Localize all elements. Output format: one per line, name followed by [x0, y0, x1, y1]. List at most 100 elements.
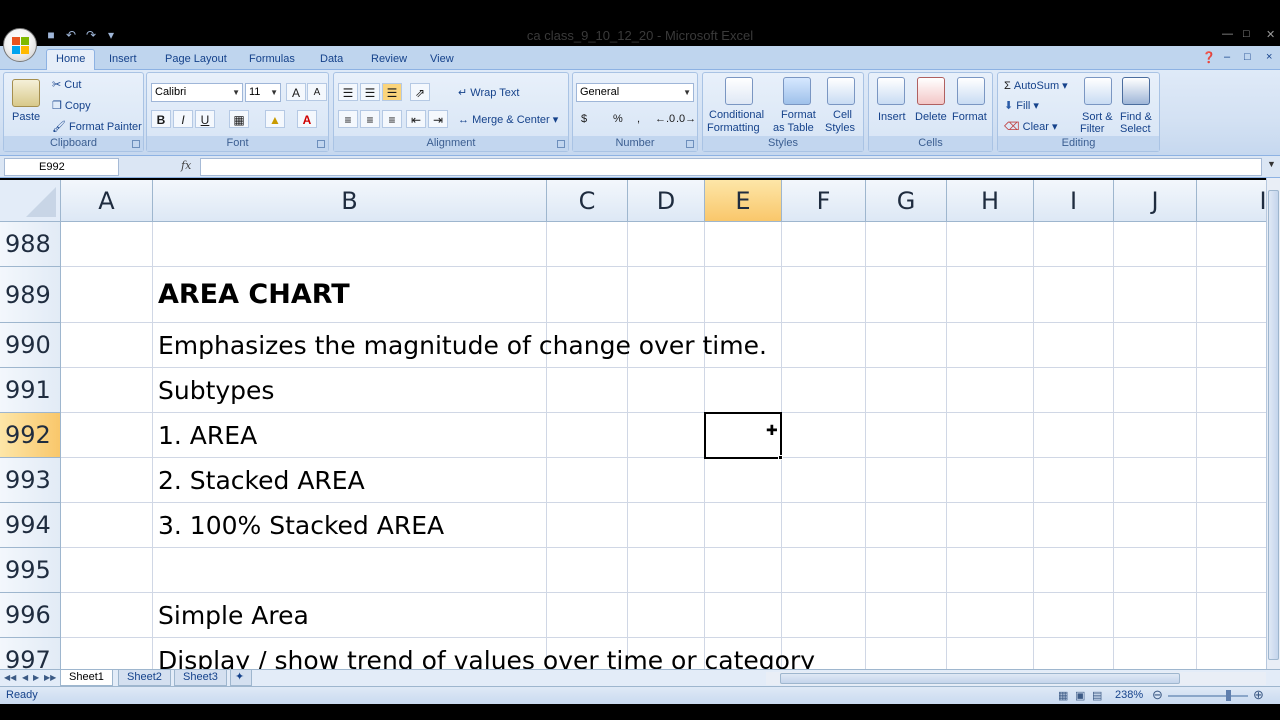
- row-header-989[interactable]: 989: [0, 267, 61, 323]
- align-right-icon[interactable]: ≡: [382, 110, 402, 128]
- row-header-997[interactable]: 997: [0, 638, 61, 669]
- align-top-icon[interactable]: ☰: [338, 83, 358, 101]
- cell-b994[interactable]: 3. 100% Stacked AREA: [158, 511, 444, 541]
- name-box[interactable]: E992: [4, 158, 119, 176]
- row-header-991[interactable]: 991: [0, 368, 61, 413]
- cell-b993[interactable]: 2. Stacked AREA: [158, 466, 365, 496]
- clipboard-launcher-icon[interactable]: [132, 140, 140, 148]
- page-break-view-icon[interactable]: ▤: [1092, 689, 1102, 702]
- cell-b996[interactable]: Simple Area: [158, 601, 309, 631]
- zoom-in-icon[interactable]: ⊕: [1253, 687, 1264, 703]
- column-header-d[interactable]: D: [628, 180, 705, 222]
- maximize-icon[interactable]: □: [1243, 28, 1250, 40]
- percent-button[interactable]: %: [613, 113, 623, 125]
- column-header-h[interactable]: H: [947, 180, 1034, 222]
- office-button[interactable]: [3, 28, 37, 62]
- row-header-990[interactable]: 990: [0, 323, 61, 368]
- vertical-scrollbar[interactable]: [1266, 178, 1280, 669]
- ribbon-close-icon[interactable]: ×: [1266, 51, 1272, 63]
- format-as-table-label[interactable]: Format: [781, 109, 816, 121]
- insert-cells-button[interactable]: Insert: [878, 111, 906, 123]
- normal-view-icon[interactable]: ▦: [1058, 689, 1068, 702]
- zoom-slider[interactable]: [1168, 695, 1248, 697]
- select-all-button[interactable]: [0, 180, 61, 222]
- align-center-icon[interactable]: ≡: [360, 110, 380, 128]
- conditional-formatting-icon[interactable]: [725, 77, 753, 105]
- cell-b992[interactable]: 1. AREA: [158, 421, 257, 451]
- row-header-996[interactable]: 996: [0, 593, 61, 638]
- cell-styles-label-2[interactable]: Styles: [825, 122, 855, 134]
- column-header-g[interactable]: G: [866, 180, 947, 222]
- tab-view[interactable]: View: [421, 50, 463, 70]
- page-layout-view-icon[interactable]: ▣: [1075, 689, 1085, 702]
- format-painter-button[interactable]: 🖌 Format Painter: [52, 120, 142, 133]
- sort-filter-label-2[interactable]: Filter: [1080, 123, 1104, 135]
- delete-cells-icon[interactable]: [917, 77, 945, 105]
- column-header-i[interactable]: I: [1034, 180, 1114, 222]
- horizontal-scrollbar[interactable]: [766, 672, 1266, 685]
- paste-button[interactable]: Paste: [12, 111, 40, 123]
- row-header-994[interactable]: 994: [0, 503, 61, 548]
- row-header-988[interactable]: 988: [0, 222, 61, 267]
- clear-button[interactable]: ⌫ Clear ▾: [1004, 120, 1058, 133]
- tab-formulas[interactable]: Formulas: [240, 50, 304, 70]
- format-as-table-label-2[interactable]: as Table: [773, 122, 814, 134]
- ribbon-restore-icon[interactable]: □: [1244, 51, 1251, 63]
- row-header-993[interactable]: 993: [0, 458, 61, 503]
- tab-insert[interactable]: Insert: [100, 50, 146, 70]
- horizontal-scroll-thumb[interactable]: [780, 673, 1180, 684]
- binoculars-icon[interactable]: [1122, 77, 1150, 105]
- column-header-i[interactable]: I: [1197, 180, 1266, 222]
- column-header-e[interactable]: E: [705, 180, 782, 222]
- ribbon-minimize-icon[interactable]: –: [1224, 51, 1230, 63]
- number-launcher-icon[interactable]: [686, 140, 694, 148]
- conditional-formatting-label[interactable]: Conditional: [709, 109, 764, 121]
- column-header-c[interactable]: C: [547, 180, 628, 222]
- first-sheet-icon[interactable]: ◀◀: [4, 673, 16, 682]
- cell-b997[interactable]: Display / show trend of values over time…: [158, 646, 815, 670]
- find-select-label-2[interactable]: Select: [1120, 123, 1151, 135]
- decrease-indent-icon[interactable]: ⇤: [406, 110, 426, 128]
- next-sheet-icon[interactable]: ▶: [33, 673, 39, 682]
- last-sheet-icon[interactable]: ▶▶: [44, 673, 56, 682]
- zoom-level[interactable]: 238%: [1115, 689, 1143, 701]
- row-header-995[interactable]: 995: [0, 548, 61, 593]
- fill-color-icon[interactable]: ▲: [265, 110, 285, 128]
- sort-filter-label[interactable]: Sort &: [1082, 111, 1113, 123]
- cell-b991[interactable]: Subtypes: [158, 376, 274, 406]
- sort-filter-icon[interactable]: [1084, 77, 1112, 105]
- autosum-button[interactable]: Σ AutoSum ▾: [1004, 79, 1068, 92]
- insert-function-icon[interactable]: fx: [181, 159, 191, 172]
- cell-b989[interactable]: AREA CHART: [158, 280, 350, 310]
- shrink-font-button[interactable]: A: [307, 83, 327, 101]
- font-launcher-icon[interactable]: [317, 140, 325, 148]
- bold-button[interactable]: B: [151, 110, 171, 128]
- cut-button[interactable]: ✂ Cut: [52, 78, 81, 91]
- tab-review[interactable]: Review: [362, 50, 416, 70]
- prev-sheet-icon[interactable]: ◀: [22, 673, 28, 682]
- comma-button[interactable]: ,: [637, 113, 640, 125]
- align-middle-icon[interactable]: ☰: [360, 83, 380, 101]
- currency-button[interactable]: $: [581, 113, 587, 125]
- borders-icon[interactable]: ▦: [229, 110, 249, 128]
- merge-center-button[interactable]: ↔ Merge & Center ▾: [458, 113, 558, 126]
- cell-styles-label[interactable]: Cell: [833, 109, 852, 121]
- worksheet-grid[interactable]: ABCDEFGHIJI 988 989 990 991 992 993 994 995 996 9…: [0, 180, 1266, 669]
- insert-sheet-icon[interactable]: ✦: [230, 670, 252, 686]
- font-name-select[interactable]: Calibri ▼: [151, 83, 243, 102]
- cell-b990[interactable]: Emphasizes the magnitude of change over …: [158, 331, 767, 361]
- font-color-icon[interactable]: A: [297, 110, 317, 128]
- column-header-a[interactable]: A: [61, 180, 153, 222]
- format-cells-icon[interactable]: [957, 77, 985, 105]
- align-left-icon[interactable]: ≡: [338, 110, 358, 128]
- minimize-icon[interactable]: —: [1222, 28, 1233, 40]
- sheet-tab-3[interactable]: Sheet3: [174, 670, 227, 686]
- decrease-decimal-icon[interactable]: .0→: [676, 113, 696, 125]
- tab-page-layout[interactable]: Page Layout: [156, 50, 236, 70]
- sheet-tab-1[interactable]: Sheet1: [60, 670, 113, 686]
- tab-home[interactable]: Home: [46, 49, 96, 71]
- format-cells-button[interactable]: Format: [952, 111, 987, 123]
- align-bottom-icon[interactable]: ☰: [382, 83, 402, 101]
- copy-button[interactable]: ❐ Copy: [52, 99, 91, 112]
- alignment-launcher-icon[interactable]: [557, 140, 565, 148]
